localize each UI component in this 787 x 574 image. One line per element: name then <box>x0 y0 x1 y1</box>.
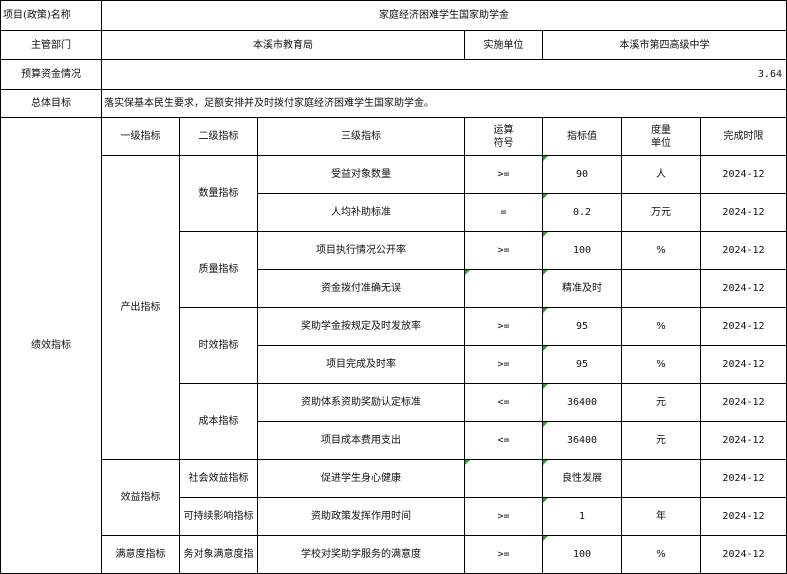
impl-label: 实施单位 <box>464 30 543 60</box>
col-operator-line1: 运算 <box>493 124 514 136</box>
group-service-satisfaction: 务对象满意度指 <box>179 535 258 574</box>
col-level3: 三级指标 <box>257 117 465 156</box>
budget-value: 3.64 <box>101 59 787 90</box>
row-deadline: 2024-12 <box>700 269 787 308</box>
row-name: 奖助学金按规定及时发放率 <box>257 307 465 346</box>
row-deadline: 2024-12 <box>700 155 787 194</box>
group-social: 社会效益指标 <box>179 459 258 498</box>
row-op: >= <box>464 307 543 346</box>
row-op: >= <box>464 155 543 194</box>
row-op: <= <box>464 383 543 422</box>
row-value: 90 <box>542 155 622 194</box>
row-unit: 年 <box>621 497 701 536</box>
row-unit: 人 <box>621 155 701 194</box>
row-value: 100 <box>542 231 622 270</box>
row-op: = <box>464 193 543 232</box>
row-value: 精准及时 <box>542 269 622 308</box>
group-cost: 成本指标 <box>179 383 258 460</box>
performance-table: 项目(政策)名称 家庭经济困难学生国家助学金 主管部门 本溪市教育局 实施单位 … <box>0 0 787 574</box>
dept-value: 本溪市教育局 <box>101 30 465 60</box>
row-unit: % <box>621 307 701 346</box>
column-header-row: 绩效指标 一级指标 二级指标 三级指标 运算 符号 指标值 度量 单位 完成时限 <box>0 117 787 574</box>
row-deadline: 2024-12 <box>700 383 787 422</box>
row-deadline: 2024-12 <box>700 231 787 270</box>
group-benefit: 效益指标 <box>101 459 180 536</box>
row-unit: % <box>621 231 701 270</box>
project-name: 家庭经济困难学生国家助学金 <box>101 0 787 31</box>
group-satisfaction: 满意度指标 <box>101 535 180 574</box>
row-name: 资助政策发挥作用时间 <box>257 497 465 536</box>
row-deadline: 2024-12 <box>700 193 787 232</box>
col-unit: 度量 单位 <box>621 117 701 156</box>
col-level2: 二级指标 <box>179 117 258 156</box>
row-name: 项目完成及时率 <box>257 345 465 384</box>
row-op <box>464 269 543 308</box>
impl-value: 本溪市第四高级中学 <box>542 30 787 60</box>
row-deadline: 2024-12 <box>700 459 787 498</box>
table-row: 效益指标 社会效益指标 促进学生身心健康 良性发展 2024-12 <box>1 459 787 536</box>
row-value: 95 <box>542 345 622 384</box>
row-value: 100 <box>542 535 622 574</box>
row-deadline: 2024-12 <box>700 421 787 460</box>
row-value: 36400 <box>542 383 622 422</box>
row-op <box>464 459 543 498</box>
group-sustain: 可持续影响指标 <box>179 497 258 536</box>
row-unit: % <box>621 535 701 574</box>
col-operator: 运算 符号 <box>464 117 543 156</box>
row-name: 人均补助标准 <box>257 193 465 232</box>
row-unit: 元 <box>621 421 701 460</box>
row-op: >= <box>464 535 543 574</box>
perf-label: 绩效指标 <box>0 117 102 574</box>
row-name: 资金拨付准确无误 <box>257 269 465 308</box>
col-level1: 一级指标 <box>101 117 180 156</box>
row-name: 资助体系资助奖励认定标准 <box>257 383 465 422</box>
row-op: <= <box>464 421 543 460</box>
group-quantity: 数量指标 <box>179 155 258 232</box>
row-name: 学校对奖助学服务的满意度 <box>257 535 465 574</box>
row-deadline: 2024-12 <box>700 307 787 346</box>
budget-row: 预算资金情况 3.64 <box>0 59 787 90</box>
row-unit: 元 <box>621 383 701 422</box>
dept-label: 主管部门 <box>0 30 102 60</box>
col-operator-line2: 符号 <box>493 137 514 149</box>
project-row: 项目(政策)名称 家庭经济困难学生国家助学金 <box>0 0 787 31</box>
row-name: 促进学生身心健康 <box>257 459 465 498</box>
col-unit-line1: 度量 <box>651 124 671 136</box>
row-value: 1 <box>542 497 622 536</box>
table-row: 产出指标 数量指标 受益对象数量 >= 90 人 2024-12 <box>1 155 787 460</box>
row-deadline: 2024-12 <box>700 497 787 536</box>
group-timeliness: 时效指标 <box>179 307 258 384</box>
row-value: 36400 <box>542 421 622 460</box>
table-row: 满意度指标 务对象满意度指 学校对奖助学服务的满意度 >= 100 % 2024… <box>1 535 787 574</box>
col-unit-line2: 单位 <box>651 137 671 149</box>
budget-label: 预算资金情况 <box>0 59 102 90</box>
goal-row: 总体目标 落实保基本民生要求，足额安排并及时拨付家庭经济困难学生国家助学金。 <box>0 89 787 118</box>
goal-label: 总体目标 <box>0 89 102 118</box>
row-deadline: 2024-12 <box>700 345 787 384</box>
row-op: >= <box>464 497 543 536</box>
row-op: >= <box>464 231 543 270</box>
row-unit <box>621 269 701 308</box>
row-name: 项目执行情况公开率 <box>257 231 465 270</box>
col-target: 指标值 <box>542 117 622 156</box>
row-name: 项目成本费用支出 <box>257 421 465 460</box>
row-value: 95 <box>542 307 622 346</box>
row-op: >= <box>464 345 543 384</box>
project-label: 项目(政策)名称 <box>0 0 102 31</box>
row-unit: % <box>621 345 701 384</box>
group-quality: 质量指标 <box>179 231 258 308</box>
row-value: 良性发展 <box>542 459 622 498</box>
row-unit <box>621 459 701 498</box>
row-deadline: 2024-12 <box>700 535 787 574</box>
department-row: 主管部门 本溪市教育局 实施单位 本溪市第四高级中学 <box>0 30 787 60</box>
group-output: 产出指标 <box>101 155 180 460</box>
row-value: 0.2 <box>542 193 622 232</box>
goal-value: 落实保基本民生要求，足额安排并及时拨付家庭经济困难学生国家助学金。 <box>101 89 787 118</box>
col-deadline: 完成时限 <box>700 117 787 156</box>
row-name: 受益对象数量 <box>257 155 465 194</box>
row-unit: 万元 <box>621 193 701 232</box>
